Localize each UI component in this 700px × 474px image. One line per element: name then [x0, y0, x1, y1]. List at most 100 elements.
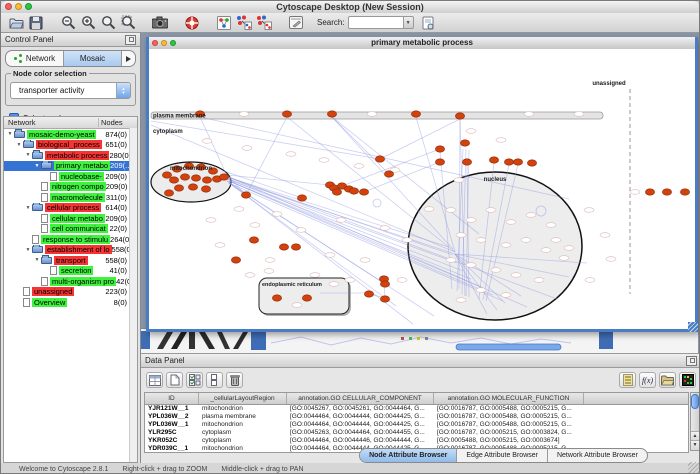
network-node[interactable] — [249, 237, 258, 243]
network-node-label[interactable] — [541, 248, 551, 253]
network-node[interactable] — [455, 113, 464, 119]
network-node[interactable] — [513, 159, 522, 165]
unselect-all-attributes-icon[interactable] — [206, 372, 223, 388]
network-node[interactable] — [411, 111, 420, 117]
tree-scrollbar[interactable] — [129, 128, 137, 462]
network-node[interactable] — [462, 159, 471, 165]
network-node-label[interactable] — [506, 220, 516, 225]
network-node-label[interactable] — [446, 208, 456, 213]
network-node[interactable] — [504, 159, 513, 165]
network-node[interactable] — [201, 186, 210, 192]
zoom-fit-icon[interactable] — [99, 14, 117, 31]
network-node[interactable] — [162, 172, 171, 178]
network-node-label[interactable] — [501, 293, 511, 298]
network-node-label[interactable] — [526, 213, 536, 218]
network-node-label[interactable] — [202, 139, 212, 144]
network-node[interactable] — [384, 171, 393, 177]
network-node[interactable] — [174, 185, 183, 191]
function-builder-icon[interactable]: f(x) — [639, 372, 656, 388]
network-node-label[interactable] — [265, 258, 275, 263]
network-node-label[interactable] — [239, 112, 249, 117]
zoom-in-icon[interactable] — [79, 14, 97, 31]
network-node-label[interactable] — [286, 152, 296, 157]
network-node-label[interactable] — [496, 138, 506, 143]
network-node[interactable] — [272, 295, 281, 301]
network-node[interactable] — [662, 189, 671, 195]
tree-row[interactable]: multi-organism pro42(0) — [4, 276, 137, 287]
network-node-label[interactable] — [466, 263, 476, 268]
network-node[interactable] — [380, 296, 389, 302]
network-node[interactable] — [332, 189, 341, 195]
network-node[interactable] — [435, 159, 444, 165]
select-attributes-icon[interactable] — [146, 372, 163, 388]
select-all-attributes-icon[interactable] — [186, 372, 203, 388]
tab-node-attribute-browser[interactable]: Node Attribute Browser — [360, 449, 457, 462]
float-panel-icon[interactable] — [686, 356, 697, 366]
zoom-out-icon[interactable] — [59, 14, 77, 31]
network-node[interactable] — [282, 111, 291, 117]
network-view-window[interactable]: primary metabolic process plasma membran… — [146, 37, 698, 332]
network-node-label[interactable] — [360, 258, 370, 263]
network-node[interactable] — [460, 140, 469, 146]
network-node[interactable] — [291, 244, 300, 250]
expand-icon[interactable]: ▼ — [33, 257, 41, 263]
network-node-label[interactable] — [296, 228, 306, 233]
network-node-label[interactable] — [546, 223, 556, 228]
tree-row[interactable]: ▼cellular process614(0) — [4, 203, 137, 214]
tab-network[interactable]: Network — [6, 51, 64, 66]
attribute-table-header[interactable]: ID_cellularLayoutRegionannotation.GO CEL… — [145, 393, 688, 405]
table-column-header[interactable]: _cellularLayoutRegion — [199, 393, 287, 404]
network-node-label[interactable] — [534, 278, 544, 283]
network-node-label[interactable] — [250, 223, 260, 228]
network-node-label[interactable] — [511, 273, 521, 278]
network-node-label[interactable] — [454, 178, 464, 183]
attribute-table[interactable]: ID_cellularLayoutRegionannotation.GO CEL… — [144, 392, 689, 453]
expand-icon[interactable]: ▼ — [24, 247, 32, 253]
network-node[interactable] — [169, 177, 178, 183]
tree-row[interactable]: response to stimulu264(0) — [4, 234, 137, 245]
network-node[interactable] — [302, 295, 311, 301]
network-node[interactable] — [327, 111, 336, 117]
node-color-combo[interactable]: transporter activity ▲▼ — [10, 82, 131, 99]
tree-row[interactable]: cellular metabo209(0) — [4, 213, 137, 224]
network-node[interactable] — [680, 189, 689, 195]
network-edge[interactable] — [364, 162, 440, 192]
table-column-header[interactable]: ID — [145, 393, 199, 404]
network-node-label[interactable] — [606, 257, 616, 262]
network-node-label[interactable] — [264, 269, 274, 274]
tree-row[interactable]: ▼primary metabo209(... — [4, 161, 137, 172]
network-node-label[interactable] — [600, 233, 610, 238]
network-node[interactable] — [489, 157, 498, 163]
network-node-label[interactable] — [234, 207, 244, 212]
network-node-label[interactable] — [559, 256, 569, 261]
expand-icon[interactable]: ▼ — [6, 131, 14, 137]
table-column-header[interactable]: annotation.GO MOLECULAR_FUNCTION — [434, 393, 584, 404]
network-node-label[interactable] — [397, 278, 407, 283]
network-node[interactable] — [645, 189, 654, 195]
tab-network-attribute-browser[interactable]: Network Attribute Browser — [548, 449, 647, 462]
network-node-label[interactable] — [564, 246, 574, 251]
network-node[interactable] — [279, 244, 288, 250]
network-graph[interactable]: plasma membranecytoplasmmitochondrionnuc… — [149, 49, 695, 329]
network-node-label[interactable] — [242, 146, 252, 151]
expand-icon[interactable]: ▼ — [24, 205, 32, 211]
float-panel-icon[interactable] — [125, 35, 136, 45]
zoom-selected-icon[interactable] — [119, 14, 137, 31]
network-node[interactable] — [349, 188, 358, 194]
tab-mosaic[interactable]: Mosaic — [64, 51, 122, 66]
import-expression-icon[interactable] — [255, 14, 273, 31]
app-resize-grip[interactable] — [688, 462, 699, 473]
network-node-label[interactable] — [292, 303, 302, 308]
network-node-label[interactable] — [354, 164, 364, 169]
network-node[interactable] — [188, 184, 197, 190]
window-resize-grip[interactable] — [688, 322, 698, 332]
tree-row[interactable]: secretion41(0) — [4, 266, 137, 277]
network-node-label[interactable] — [466, 218, 476, 223]
help-icon[interactable] — [183, 14, 201, 31]
network-node-label[interactable] — [456, 233, 466, 238]
network-node-label[interactable] — [345, 278, 355, 283]
network-node-label[interactable] — [524, 112, 534, 117]
network-node-label[interactable] — [245, 273, 255, 278]
network-node[interactable] — [364, 291, 373, 297]
tree-row[interactable]: ▼transport558(0) — [4, 255, 137, 266]
